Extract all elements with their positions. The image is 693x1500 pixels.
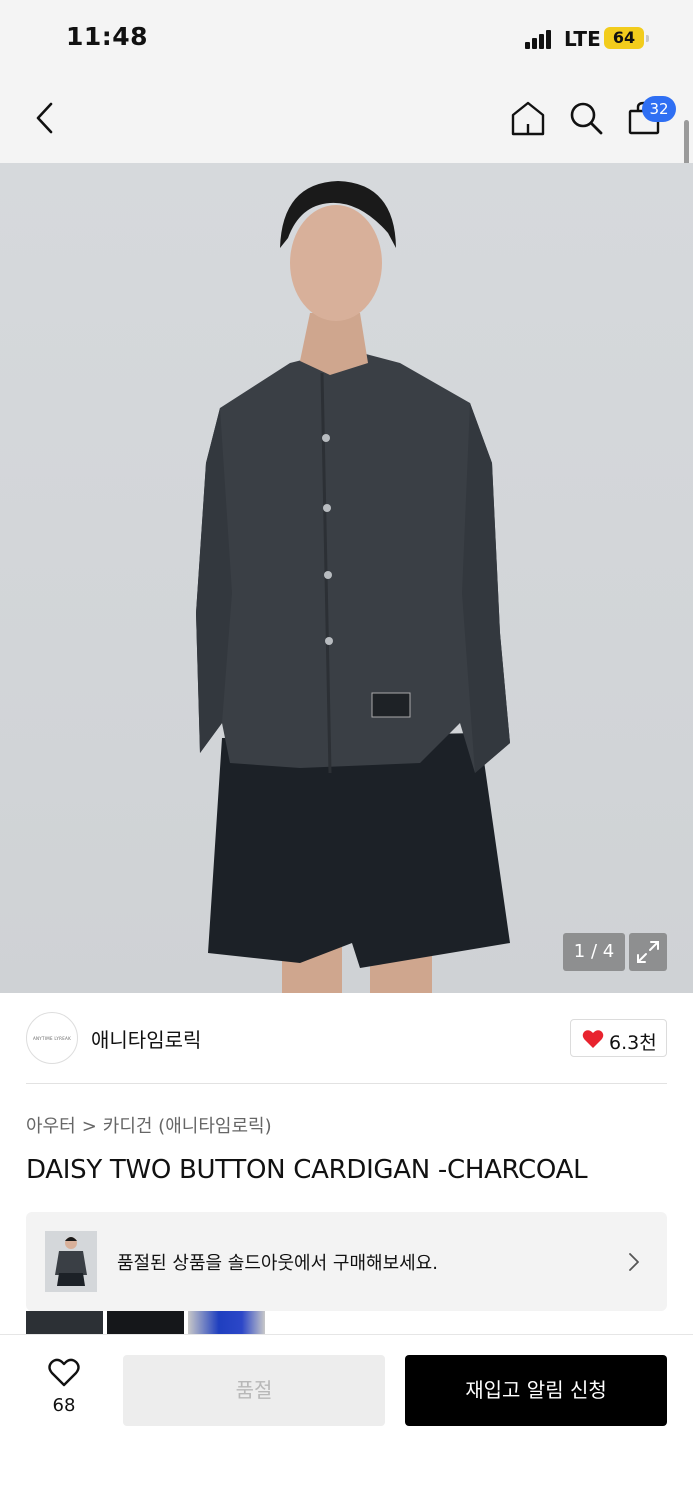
soldout-button[interactable]: 품절: [123, 1355, 385, 1426]
thumbnail-strip: [26, 1311, 667, 1335]
search-button[interactable]: [566, 98, 606, 138]
zoom-button[interactable]: [629, 933, 667, 971]
status-time: 11:48: [66, 22, 149, 51]
breadcrumb: 아우터 > 카디건 (애니타임로릭): [26, 1112, 272, 1138]
cart-count-badge: 32: [642, 96, 676, 122]
breadcrumb-subcategory[interactable]: 카디건 (애니타임로릭): [103, 1112, 272, 1138]
bottom-action-bar: 68 품절 재입고 알림 신청: [0, 1334, 693, 1500]
battery-tip: [646, 35, 649, 42]
brand-logo[interactable]: ANYTIME LYREAK: [26, 1012, 78, 1064]
wishlist-button[interactable]: 68: [36, 1355, 92, 1425]
back-button[interactable]: [28, 98, 64, 138]
soldout-banner-text: 품절된 상품을 솔드아웃에서 구매해보세요.: [117, 1253, 438, 1274]
home-button[interactable]: [508, 98, 548, 138]
wishlist-count: 68: [52, 1395, 76, 1416]
divider: [26, 1083, 667, 1084]
product-detail-screen: 11:48 LTE 64 32 1 / 4 ANYTIME LYREAK 애니타…: [0, 0, 693, 1500]
product-title: DAISY TWO BUTTON CARDIGAN -CHARCOAL: [26, 1155, 588, 1185]
top-nav: [0, 78, 693, 163]
brand-row[interactable]: ANYTIME LYREAK 애니타임로릭 6.3천: [0, 993, 693, 1085]
related-thumbnail[interactable]: [26, 1311, 103, 1335]
product-photo: [196, 181, 510, 993]
network-type: LTE: [564, 27, 601, 51]
signal-icon: [525, 29, 555, 49]
brand-like-button[interactable]: 6.3천: [570, 1019, 667, 1057]
home-icon: [511, 101, 545, 136]
brand-like-count: 6.3천: [609, 1032, 657, 1054]
chevron-left-icon: [36, 102, 53, 134]
restock-alert-button[interactable]: 재입고 알림 신청: [405, 1355, 667, 1426]
battery-icon: 64: [604, 27, 644, 49]
heart-icon: [582, 1030, 604, 1048]
brand-name[interactable]: 애니타임로릭: [91, 1024, 201, 1053]
banner-thumbnail: [45, 1231, 97, 1292]
product-image[interactable]: [0, 163, 693, 993]
chevron-right-icon: [629, 1253, 639, 1271]
breadcrumb-separator: >: [81, 1116, 97, 1137]
image-counter: 1 / 4: [563, 933, 625, 971]
status-bar: 11:48 LTE 64: [0, 0, 693, 78]
related-thumbnail[interactable]: [188, 1311, 265, 1335]
expand-icon: [637, 941, 659, 963]
heart-outline-icon: [48, 1358, 80, 1387]
breadcrumb-category[interactable]: 아우터: [26, 1112, 76, 1138]
related-thumbnail[interactable]: [107, 1311, 184, 1335]
soldout-banner[interactable]: 품절된 상품을 솔드아웃에서 구매해보세요.: [26, 1212, 667, 1311]
search-icon: [570, 102, 603, 135]
